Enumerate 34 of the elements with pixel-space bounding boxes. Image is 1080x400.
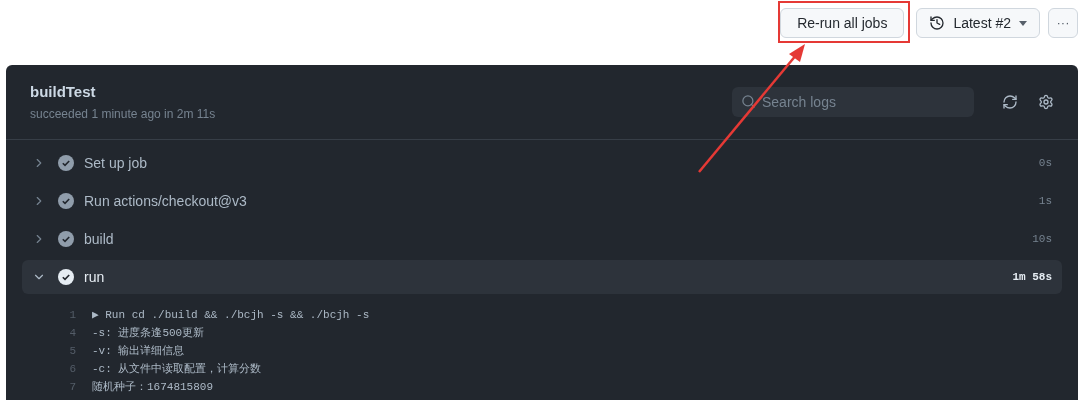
search-icon [741,94,756,109]
step-row[interactable]: Set up job 0s [22,146,1062,180]
check-icon [58,155,74,171]
rerun-button[interactable]: Re-run all jobs [780,8,905,38]
attempt-button[interactable]: Latest #2 [916,8,1040,38]
line-number: 4 [68,325,76,341]
step-row[interactable]: Run actions/checkout@v3 1s [22,184,1062,218]
step-name: Set up job [84,153,149,173]
refresh-icon[interactable] [1002,94,1018,110]
step-name: run [84,267,106,287]
step-row[interactable]: run 1m 58s [22,260,1062,294]
log-line: 随机种子：1674815809 [92,379,213,395]
step-name: build [84,229,115,249]
search-field[interactable]: Search logs [732,87,974,117]
more-button[interactable]: ··· [1048,8,1078,38]
check-icon [58,269,74,285]
check-icon [58,231,74,247]
job-title: buildTest [30,81,97,102]
settings-icon[interactable] [1038,94,1054,110]
check-icon [58,193,74,209]
log-line: -v: 输出详细信息 [92,343,185,359]
caret-icon [1019,20,1027,26]
log-line: -c: 从文件中读取配置，计算分数 [92,361,262,377]
step-duration: 1m 58s [1012,269,1052,285]
step-duration: 0s [1038,155,1052,171]
log-line: -s: 进度条逢500更新 [92,325,205,341]
line-number: 7 [68,379,76,395]
step-row[interactable]: build 10s [22,222,1062,256]
step-duration: 1s [1038,193,1052,209]
job-status: succeeded 1 minute ago in 2m 11s [30,106,217,124]
log-line: ▶ Run cd ./build && ./bcjh -s && ./bcjh -s [92,307,370,323]
history-icon [929,15,946,31]
step-name: Run actions/checkout@v3 [84,191,248,211]
step-duration: 10s [1032,231,1052,247]
